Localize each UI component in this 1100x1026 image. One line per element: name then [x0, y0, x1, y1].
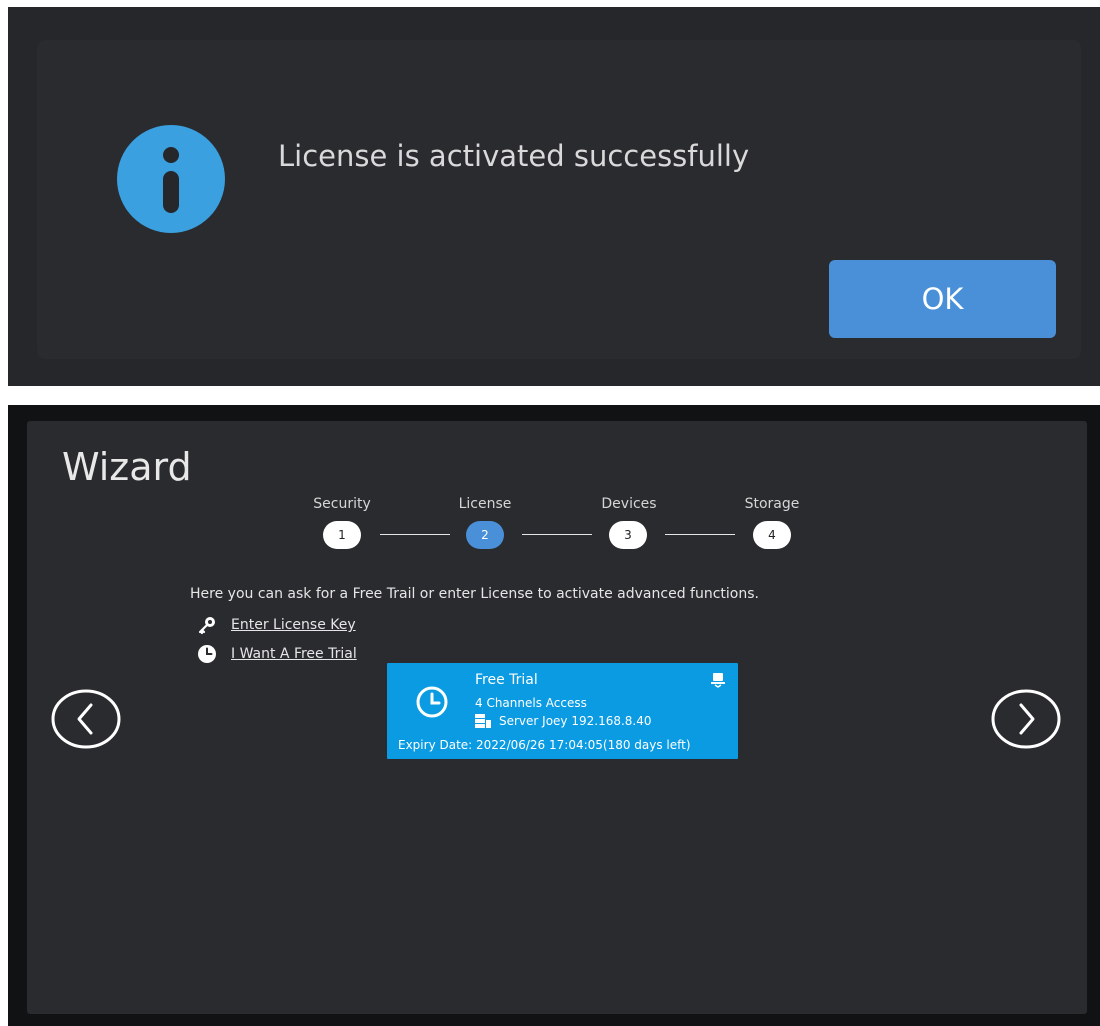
card-title: Free Trial	[475, 672, 538, 688]
step-label-devices: Devices	[601, 496, 657, 512]
free-trial-option[interactable]: I Want A Free Trial	[197, 644, 357, 664]
step-label-security: Security	[313, 496, 371, 512]
info-icon	[117, 125, 225, 233]
card-expiry: Expiry Date: 2022/06/26 17:04:05(180 day…	[398, 738, 691, 752]
wizard-window: Wizard Security License Devices Storage …	[8, 405, 1100, 1026]
card-channels: 4 Channels Access	[475, 696, 587, 710]
enter-license-key-link[interactable]: Enter License Key	[231, 617, 356, 633]
chevron-right-icon[interactable]	[991, 689, 1061, 749]
step-connector	[380, 534, 450, 535]
clock-icon	[416, 686, 448, 718]
license-dialog: License is activated successfully OK	[8, 7, 1100, 386]
dialog-panel: License is activated successfully OK	[37, 40, 1081, 359]
step-connector	[665, 534, 735, 535]
enter-license-key-option[interactable]: Enter License Key	[197, 615, 356, 635]
dialog-message: License is activated successfully	[278, 139, 750, 173]
card-server-text: Server Joey 192.168.8.40	[499, 714, 652, 728]
wizard-panel: Wizard Security License Devices Storage …	[27, 421, 1087, 1014]
wizard-description: Here you can ask for a Free Trail or ent…	[190, 586, 759, 602]
step-3-indicator[interactable]: 3	[609, 521, 647, 549]
clock-icon	[198, 645, 216, 663]
card-server: Server Joey 192.168.8.40	[475, 714, 652, 728]
step-connector	[522, 534, 592, 535]
ok-button[interactable]: OK	[829, 260, 1056, 338]
key-icon	[198, 617, 215, 635]
wizard-title: Wizard	[62, 445, 192, 489]
step-label-license: License	[458, 496, 512, 512]
chevron-left-icon[interactable]	[51, 689, 121, 749]
step-1-indicator[interactable]: 1	[323, 521, 361, 549]
step-2-indicator[interactable]: 2	[466, 521, 504, 549]
license-card[interactable]: Free Trial 4 Channels Access Server Joey…	[387, 663, 738, 759]
server-icon	[475, 714, 491, 728]
free-trial-link[interactable]: I Want A Free Trial	[231, 646, 357, 662]
step-4-indicator[interactable]: 4	[753, 521, 791, 549]
step-label-storage: Storage	[744, 496, 800, 512]
unbind-icon[interactable]	[710, 672, 726, 688]
